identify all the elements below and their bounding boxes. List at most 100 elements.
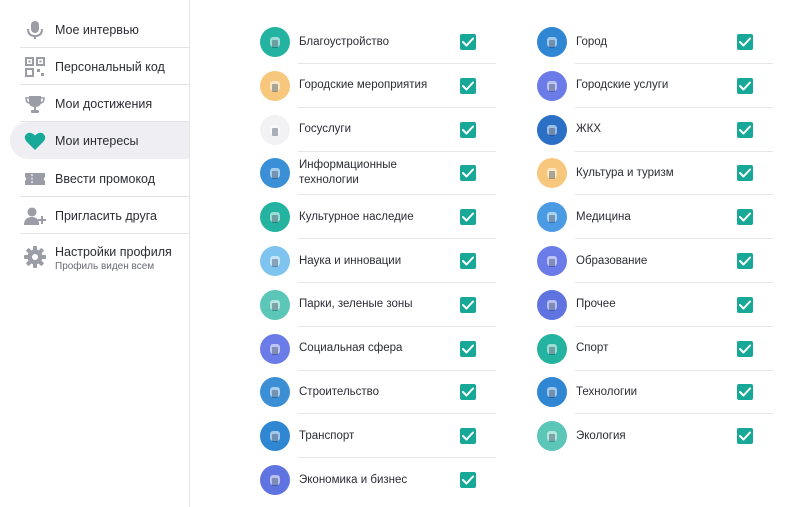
sidebar-item-label: Мои интересы (55, 133, 139, 148)
interest-checkbox[interactable] (737, 121, 753, 138)
sidebar-item-invite[interactable]: Пригласить друга (10, 197, 189, 234)
add-user-icon (24, 205, 46, 227)
sidebar-item-achievements[interactable]: Мои достижения (10, 85, 189, 122)
interest-label: Социальная сфера (299, 342, 403, 355)
checkmark-icon (739, 431, 751, 441)
column-icon (260, 202, 290, 233)
interest-checkbox[interactable] (737, 165, 753, 182)
interest-checkbox[interactable] (737, 77, 753, 94)
tree-icon (260, 289, 290, 320)
umbrella-icon (537, 158, 567, 189)
document-icon (537, 289, 567, 320)
checkmark-icon (739, 256, 751, 266)
interest-row[interactable]: Экономика и бизнес (258, 458, 496, 502)
interest-row[interactable]: Культурное наследие (258, 195, 496, 240)
interest-row[interactable]: Экология (535, 414, 773, 458)
interest-checkbox[interactable] (737, 428, 753, 445)
checkmark-icon (739, 300, 751, 310)
interest-checkbox[interactable] (737, 384, 753, 401)
interest-row[interactable]: Госуслуги (258, 108, 496, 152)
interest-row[interactable]: Медицина (535, 195, 773, 240)
interest-label: Информационные технологии (299, 159, 397, 187)
sidebar-item-interview[interactable]: Мое интервью (10, 11, 189, 48)
interest-row[interactable]: Городские мероприятия (258, 64, 496, 108)
sidebar-item-profile-settings[interactable]: Настройки профиля Профиль виден всем (10, 236, 189, 278)
checkmark-icon (462, 475, 474, 485)
interest-checkbox[interactable] (460, 253, 476, 269)
ticket-icon (24, 168, 46, 190)
qr-code-icon (24, 56, 46, 78)
interest-label: Транспорт (299, 429, 355, 442)
interest-label: Строительство (299, 385, 380, 398)
interest-checkbox[interactable] (737, 296, 753, 313)
interest-checkbox[interactable] (460, 296, 476, 313)
interest-row[interactable]: Строительство (258, 370, 496, 415)
interest-row[interactable]: Прочее (535, 283, 773, 327)
leaf-icon (537, 421, 567, 452)
heart-icon (24, 130, 46, 152)
interest-label: Образование (576, 254, 648, 267)
sidebar-item-label: Персональный код (55, 59, 165, 74)
interest-row[interactable]: Социальная сфера (258, 327, 496, 371)
profile-visibility-text: Профиль виден всем (55, 261, 155, 272)
play-icon (260, 70, 290, 101)
interest-row[interactable]: Парки, зеленые зоны (258, 283, 496, 327)
interest-label: Госуслуги (299, 123, 352, 136)
interest-label: Городские мероприятия (299, 79, 428, 92)
checkmark-icon (462, 344, 474, 354)
interest-label: ЖКХ (576, 123, 601, 136)
interest-row[interactable]: Транспорт (258, 414, 496, 459)
interest-label: Технологии (576, 385, 638, 398)
interest-row[interactable]: Благоустройство (258, 20, 496, 64)
interest-row[interactable]: Город (535, 20, 773, 64)
interest-checkbox[interactable] (460, 472, 476, 488)
interest-checkbox[interactable] (460, 209, 476, 226)
sidebar-item-interests[interactable]: Мои интересы (10, 122, 189, 159)
checkmark-icon (462, 212, 474, 222)
interest-row[interactable]: ЖКХ (535, 108, 773, 152)
checkmark-icon (739, 81, 751, 91)
interest-checkbox[interactable] (460, 77, 476, 94)
checkmark-icon (462, 81, 474, 91)
interest-row[interactable]: Спорт (535, 327, 773, 371)
interest-checkbox[interactable] (460, 121, 476, 138)
checkmark-icon (739, 37, 751, 47)
router-icon (537, 377, 567, 408)
interest-checkbox[interactable] (737, 340, 753, 357)
interest-label: Благоустройство (299, 35, 389, 48)
interest-label: Культурное наследие (299, 210, 414, 223)
checkmark-icon (462, 37, 474, 47)
interest-row[interactable]: Наука и инновации (258, 239, 496, 283)
calculator-icon (260, 465, 290, 495)
interest-checkbox[interactable] (737, 209, 753, 226)
checkmark-icon (462, 431, 474, 441)
checkmark-icon (462, 300, 474, 310)
interest-label: Спорт (576, 342, 609, 355)
interest-row[interactable]: Образование (535, 239, 773, 283)
sidebar-item-promo[interactable]: Ввести промокод (10, 160, 189, 197)
interest-row[interactable]: Городские услуги (535, 64, 773, 108)
gear-icon (24, 246, 46, 268)
sidebar: Мое интервью Персональный код Мои достиж… (0, 0, 190, 507)
trophy-icon (24, 93, 46, 115)
interest-checkbox[interactable] (737, 253, 753, 269)
interest-row[interactable]: Культура и туризм (535, 151, 773, 196)
microphone-icon (24, 19, 46, 41)
checkmark-icon (739, 168, 751, 178)
interest-row[interactable]: Информационные технологии (258, 151, 496, 196)
checkmark-icon (739, 344, 751, 354)
interest-checkbox[interactable] (460, 384, 476, 401)
sidebar-item-personal-code[interactable]: Персональный код (10, 48, 189, 85)
interest-row[interactable]: Технологии (535, 370, 773, 415)
interest-label: Городские услуги (576, 79, 669, 92)
interest-checkbox[interactable] (460, 165, 476, 182)
sidebar-item-label: Мои достижения (55, 96, 153, 111)
interest-checkbox[interactable] (460, 34, 476, 50)
interest-label: Экономика и бизнес (299, 473, 408, 486)
interest-label: Культура и туризм (576, 166, 674, 179)
interest-checkbox[interactable] (460, 428, 476, 445)
divider (20, 233, 189, 234)
interest-checkbox[interactable] (460, 340, 476, 357)
interest-checkbox[interactable] (737, 34, 753, 50)
checkmark-icon (739, 212, 751, 222)
